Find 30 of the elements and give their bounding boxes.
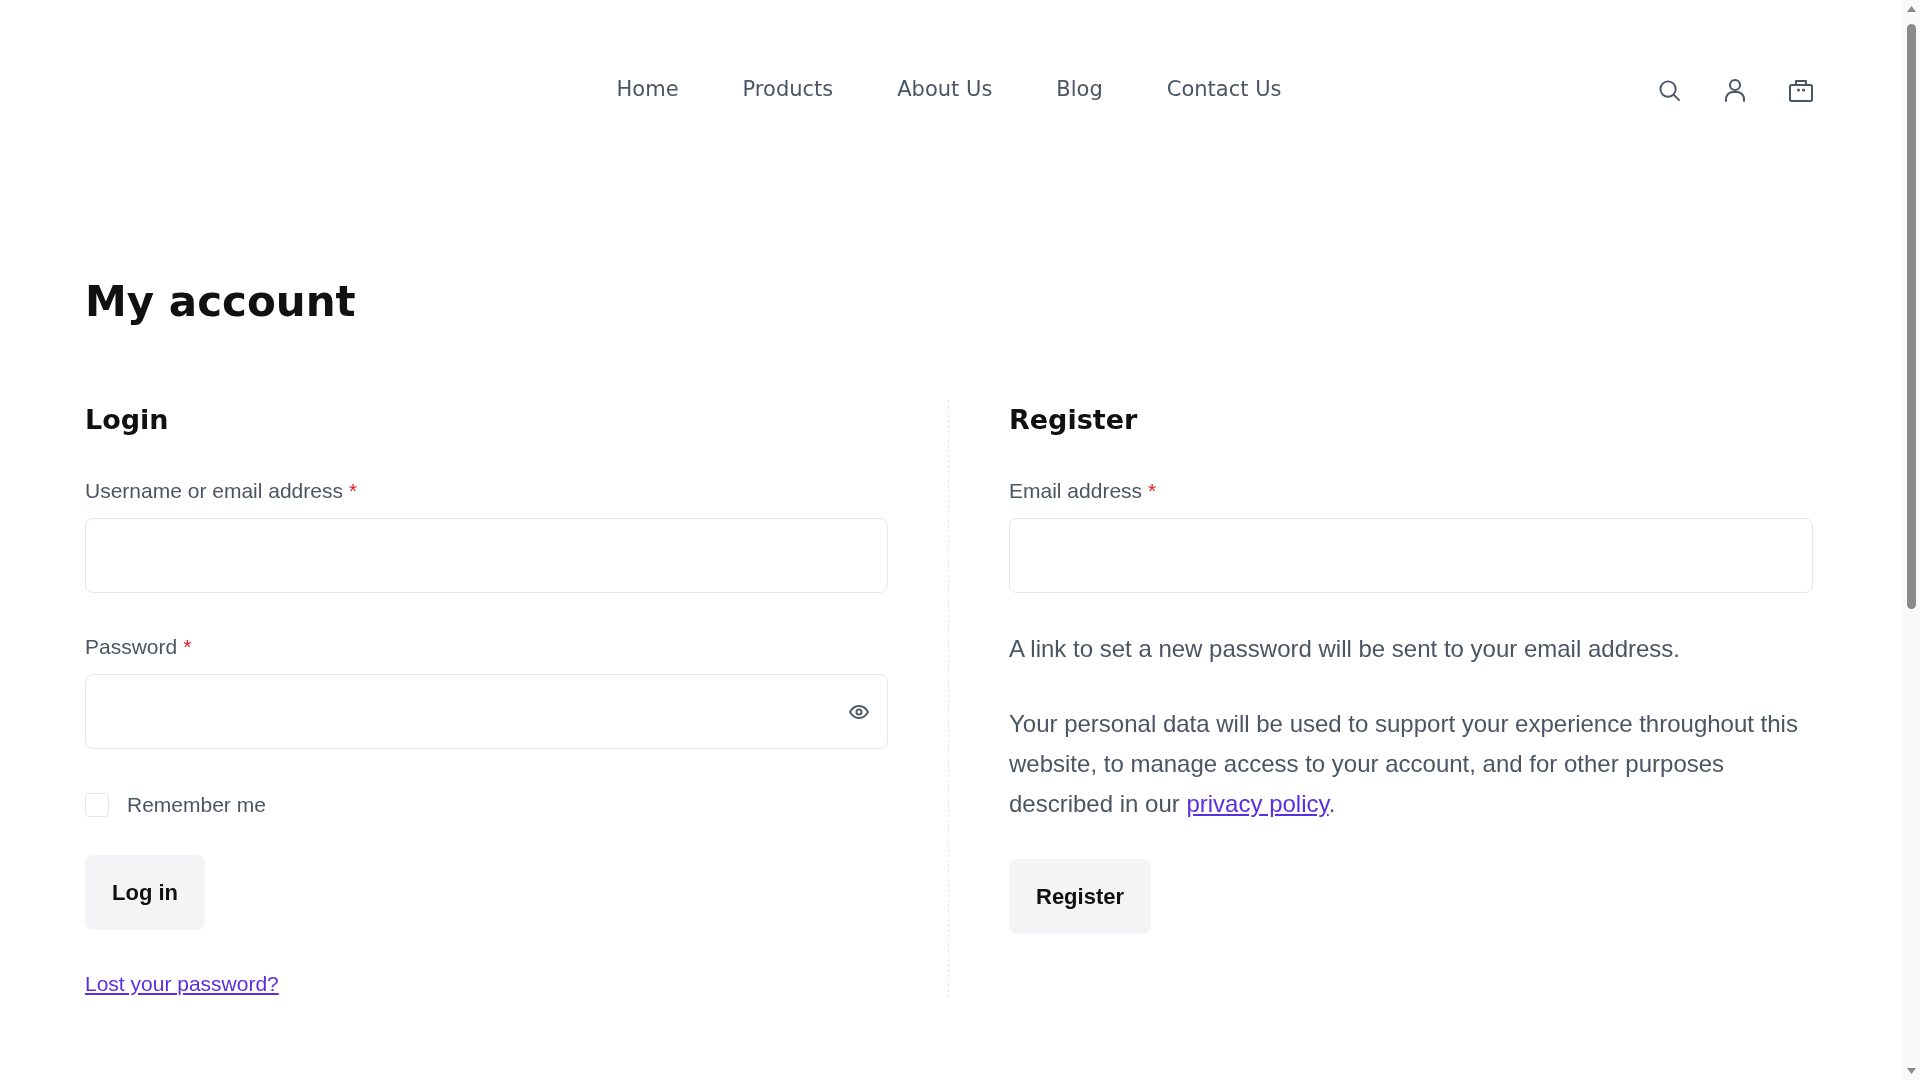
checkbox[interactable] — [85, 793, 109, 817]
nav-link[interactable]: Products — [742, 74, 834, 106]
bag-icon[interactable] — [1789, 78, 1813, 102]
field-label: Username or email address * — [85, 478, 358, 504]
nav-link[interactable]: Home — [616, 74, 679, 106]
submit-button[interactable]: Register — [1009, 859, 1152, 934]
section-heading: Login — [85, 403, 169, 437]
scroll-down-arrow-icon[interactable] — [1907, 1068, 1916, 1074]
info-paragraph: A link to set a new password will be sent to your email address. — [1009, 634, 1681, 664]
search-icon[interactable] — [1658, 78, 1681, 102]
privacy-policy-link[interactable]: privacy policy — [1186, 790, 1329, 817]
scrollbar[interactable] — [1903, 0, 1920, 1080]
input-field[interactable] — [85, 518, 888, 593]
lost-password-link[interactable]: Lost your password? — [85, 970, 279, 998]
field-label: Email address * — [1009, 478, 1157, 504]
scroll-up-arrow-icon[interactable] — [1907, 6, 1916, 12]
nav-link[interactable]: Contact Us — [1166, 74, 1282, 106]
info-paragraph: Your personal data will be used to support your experience throughout this website, to manage access to your account, and for other purposes described in our privacy policy. — [1009, 709, 1799, 819]
checkbox-label[interactable]: Remember me — [127, 791, 266, 819]
nav-link[interactable]: Blog — [1056, 74, 1103, 106]
section-heading: Register — [1009, 403, 1138, 437]
eye-icon[interactable] — [849, 704, 869, 719]
input-field[interactable] — [1009, 518, 1813, 593]
field-label: Password * — [85, 634, 192, 660]
page-title: My account — [85, 276, 356, 328]
nav-link[interactable]: About Us — [897, 74, 993, 106]
submit-button[interactable]: Log in — [85, 855, 205, 930]
user-icon[interactable] — [1724, 78, 1746, 102]
password-field[interactable] — [85, 674, 888, 749]
scrollbar-thumb[interactable] — [1907, 24, 1916, 609]
